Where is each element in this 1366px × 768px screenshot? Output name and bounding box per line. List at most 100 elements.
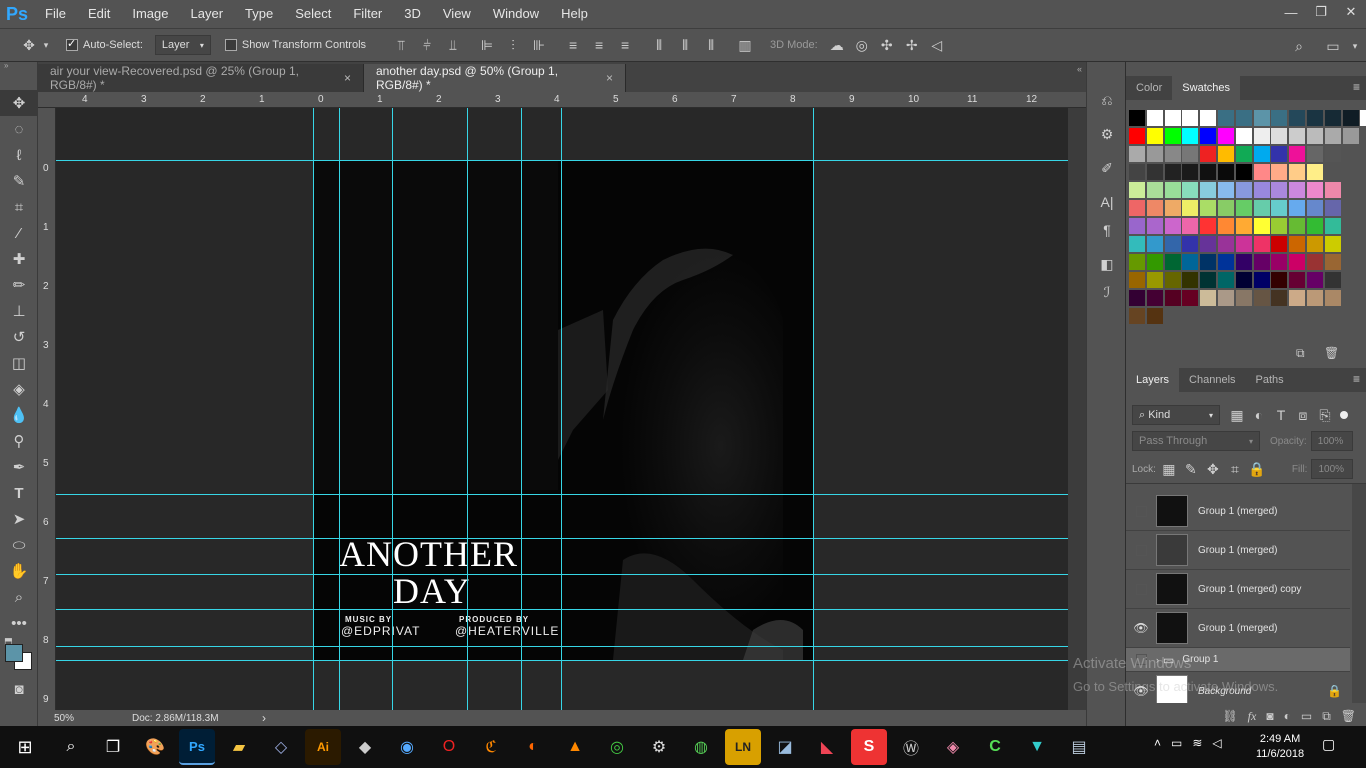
color-swatch[interactable] [1253, 146, 1270, 162]
color-swatch[interactable] [1218, 236, 1234, 252]
restore-button[interactable]: ❐ [1306, 0, 1336, 24]
trash-icon[interactable]: 🗑 [1341, 709, 1356, 723]
status-menu-arrow[interactable]: › [262, 711, 266, 725]
align-bottom-icon[interactable]: ⫫ [442, 34, 464, 56]
distribute-right-icon[interactable]: ⦀ [700, 34, 722, 56]
color-swatch[interactable] [1342, 128, 1359, 144]
settings-gear-icon[interactable]: ⚙ [641, 729, 677, 765]
color-swatch[interactable] [1146, 218, 1163, 234]
color-swatch[interactable] [1289, 272, 1306, 288]
menu-view[interactable]: View [432, 0, 482, 28]
scale-3d-icon[interactable]: ◁ [926, 34, 948, 56]
eraser-tool-icon[interactable]: ◫ [0, 350, 38, 376]
slide-3d-icon[interactable]: ✢ [901, 34, 923, 56]
color-swatch[interactable] [1164, 146, 1181, 162]
color-swatch[interactable] [1253, 218, 1270, 234]
lock-position-icon[interactable]: ✥ [1202, 458, 1224, 480]
firefox-browser-icon[interactable]: ◐ [515, 729, 551, 765]
color-swatch[interactable] [1182, 236, 1199, 252]
styles-panel-icon[interactable]: ◧ [1087, 250, 1127, 278]
type-tool-icon[interactable]: T [0, 480, 38, 506]
color-swatch[interactable] [1307, 218, 1323, 234]
color-swatch[interactable] [1146, 110, 1163, 126]
color-swatch[interactable] [1182, 110, 1199, 126]
guide-vertical[interactable] [392, 108, 393, 710]
color-swatch[interactable] [1164, 236, 1181, 252]
guide-horizontal[interactable] [56, 494, 1068, 495]
color-swatch[interactable] [1146, 308, 1163, 324]
color-swatch[interactable] [1271, 164, 1288, 180]
color-swatch[interactable] [1218, 218, 1234, 234]
color-swatch[interactable] [1289, 146, 1306, 162]
color-swatch[interactable] [1360, 110, 1366, 126]
color-swatch[interactable] [1218, 128, 1234, 144]
properties-panel-icon[interactable]: ⚙ [1087, 120, 1127, 148]
search-icon[interactable]: ⌕ [1288, 35, 1310, 57]
color-swatch[interactable] [1129, 290, 1145, 306]
color-swatch[interactable] [1200, 182, 1217, 198]
uc-browser-icon[interactable]: ℭ [473, 729, 509, 765]
brush-panel-icon[interactable]: ✐ [1087, 154, 1127, 182]
mask-icon[interactable]: ◙ [1266, 709, 1273, 723]
color-swatch[interactable] [1146, 272, 1163, 288]
filter-smart-object-icon[interactable]: ⎘ [1314, 404, 1336, 426]
manager-app-icon[interactable]: ◪ [767, 729, 803, 765]
menu-help[interactable]: Help [550, 0, 599, 28]
menu-3d[interactable]: 3D [393, 0, 432, 28]
color-swatch[interactable] [1182, 164, 1199, 180]
color-swatch[interactable] [1164, 290, 1181, 306]
color-swatch[interactable] [1307, 254, 1323, 270]
color-swatch[interactable] [1200, 146, 1217, 162]
distribute-bottom-icon[interactable]: ≡ [614, 34, 636, 56]
color-swatch[interactable] [1235, 272, 1252, 288]
lock-pixels-icon[interactable]: ✎ [1180, 458, 1202, 480]
color-swatch[interactable] [1253, 182, 1270, 198]
color-swatch[interactable] [1271, 236, 1288, 252]
menu-edit[interactable]: Edit [77, 0, 121, 28]
color-swatch[interactable] [1324, 128, 1341, 144]
guide-vertical[interactable] [467, 108, 468, 710]
color-swatch[interactable] [1307, 290, 1323, 306]
crop-tool-icon[interactable]: ⌗ [0, 194, 38, 220]
guide-horizontal[interactable] [56, 660, 1068, 661]
color-swatch[interactable] [1200, 200, 1217, 216]
color-swatch[interactable] [1146, 128, 1163, 144]
opera-browser-icon[interactable]: O [431, 729, 467, 765]
path-select-icon[interactable]: ➤ [0, 506, 38, 532]
color-swatch[interactable] [1289, 164, 1306, 180]
search-icon[interactable]: ⌕ [53, 729, 89, 765]
layer-row[interactable]: Group 1 (merged) [1126, 531, 1350, 570]
color-swatch[interactable] [1307, 164, 1323, 180]
color-swatch[interactable] [1307, 236, 1323, 252]
color-swatch[interactable] [1129, 110, 1145, 126]
color-swatch[interactable] [1235, 146, 1252, 162]
windows-start-icon[interactable]: ⊞ [3, 729, 47, 765]
color-swatch[interactable] [1129, 272, 1145, 288]
lock-artboard-icon[interactable]: ⌗ [1224, 458, 1246, 480]
filter-toggle-icon[interactable] [1340, 411, 1348, 419]
chevron-down-icon[interactable]: ▾ [1344, 35, 1366, 57]
color-swatch[interactable] [1200, 236, 1217, 252]
tab-color[interactable]: Color [1126, 76, 1172, 100]
color-swatch[interactable] [1324, 218, 1341, 234]
panel-menu-icon[interactable]: ≡ [1353, 372, 1360, 386]
chevron-down-icon[interactable]: ▾ [40, 34, 52, 56]
align-right-icon[interactable]: ⊪ [528, 34, 550, 56]
orbit-3d-icon[interactable]: ☁ [826, 34, 848, 56]
hand-tool-icon[interactable]: ✋ [0, 558, 38, 584]
close-tab-icon[interactable]: × [606, 71, 613, 85]
guide-horizontal[interactable] [56, 574, 1068, 575]
color-swatch[interactable] [1129, 308, 1145, 324]
color-swatch[interactable] [1218, 290, 1234, 306]
transform-controls-option[interactable]: Show Transform Controls [224, 39, 366, 51]
color-swatch[interactable] [1289, 128, 1306, 144]
color-swatch[interactable] [1146, 164, 1163, 180]
color-swatch[interactable] [1218, 110, 1234, 126]
color-swatch[interactable] [1146, 254, 1163, 270]
color-swatch[interactable] [1129, 200, 1145, 216]
layer-row[interactable]: 👁 Group 1 (merged) [1126, 609, 1350, 648]
color-swatch[interactable] [1218, 272, 1234, 288]
clone-stamp-icon[interactable]: ⊥ [0, 298, 38, 324]
canvas-vertical-scrollbar[interactable] [1068, 108, 1086, 710]
color-swatch[interactable] [1235, 164, 1252, 180]
